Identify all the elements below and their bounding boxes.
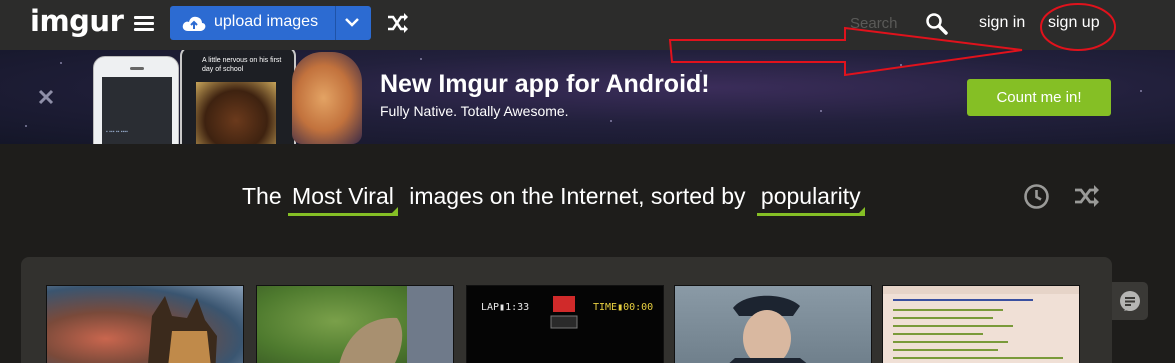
cloud-upload-icon bbox=[182, 16, 206, 31]
gallery-thumbnail[interactable] bbox=[46, 285, 244, 363]
upload-button-label: upload images bbox=[214, 13, 319, 30]
close-icon[interactable] bbox=[37, 88, 55, 106]
sign-up-link[interactable]: sign up bbox=[1048, 14, 1100, 32]
banner-title: New Imgur app for Android! bbox=[380, 70, 710, 98]
gallery-headline: The Most Viral images on the Internet, s… bbox=[242, 183, 865, 216]
svg-text:TIME▮00:00: TIME▮00:00 bbox=[593, 302, 653, 313]
sort-label: popularity bbox=[760, 183, 861, 209]
comment-toggle-button[interactable] bbox=[1112, 282, 1148, 320]
top-bar: imgur upload images sign in sign up bbox=[0, 0, 1175, 50]
svg-text:LAP▮1:33: LAP▮1:33 bbox=[481, 302, 529, 313]
count-me-in-button[interactable]: Count me in! bbox=[967, 79, 1111, 116]
gallery-thumbnail[interactable]: LAP▮1:33 TIME▮00:00 bbox=[466, 285, 664, 363]
phone-caption: A little nervous on his first day of sch… bbox=[202, 57, 282, 73]
sort-selector[interactable]: popularity bbox=[756, 183, 865, 216]
banner-subtitle: Fully Native. Totally Awesome. bbox=[380, 103, 569, 119]
phone-screen-text: ▪ ▪▪▪ ▪▪ ▪▪▪▪ bbox=[106, 129, 128, 135]
shuffle-icon[interactable] bbox=[1073, 184, 1101, 208]
search-icon[interactable] bbox=[925, 12, 949, 36]
gallery-thumbnail[interactable] bbox=[256, 285, 454, 363]
comment-icon bbox=[1120, 291, 1140, 311]
phone-image: ▪ ▪▪▪ ▪▪ ▪▪▪▪ bbox=[93, 56, 179, 144]
clock-icon[interactable] bbox=[1023, 183, 1050, 210]
cat-image bbox=[292, 52, 362, 144]
gallery-thumbnail[interactable] bbox=[882, 285, 1080, 363]
menu-icon[interactable] bbox=[134, 16, 154, 32]
upload-images-button[interactable]: upload images bbox=[170, 6, 371, 40]
gallery-grid: LAP▮1:33 TIME▮00:00 bbox=[21, 257, 1112, 363]
upload-split-divider bbox=[335, 6, 336, 40]
imgur-logo[interactable]: imgur bbox=[30, 4, 124, 38]
headline-middle: images on the Internet, sorted by bbox=[409, 183, 746, 209]
phone-dog-image: A little nervous on his first day of sch… bbox=[180, 50, 296, 144]
shuffle-icon[interactable] bbox=[386, 12, 410, 34]
section-label: Most Viral bbox=[292, 183, 394, 209]
android-app-banner: ▪ ▪▪▪ ▪▪ ▪▪▪▪ A little nervous on his fi… bbox=[0, 50, 1175, 144]
section-selector[interactable]: Most Viral bbox=[288, 183, 398, 216]
sign-in-link[interactable]: sign in bbox=[979, 14, 1025, 32]
search-input[interactable] bbox=[850, 11, 918, 35]
chevron-down-icon[interactable] bbox=[344, 16, 360, 28]
headline-prefix: The bbox=[242, 183, 282, 209]
gallery-thumbnail[interactable] bbox=[674, 285, 872, 363]
